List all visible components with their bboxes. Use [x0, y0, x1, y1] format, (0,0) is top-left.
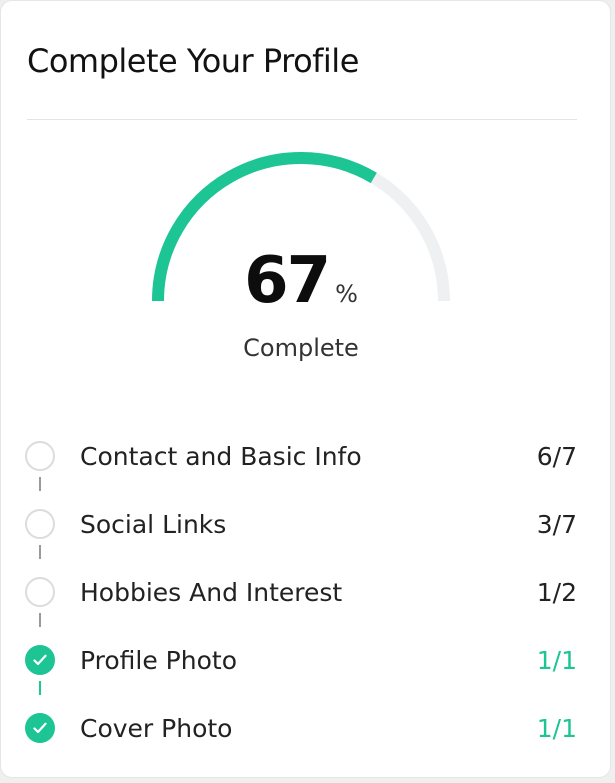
- step-connector: [39, 613, 41, 627]
- step-label: Contact and Basic Info: [80, 442, 362, 471]
- empty-circle-icon: [25, 577, 55, 607]
- progress-value: 67%: [1, 247, 601, 331]
- check-icon: [33, 722, 47, 734]
- step-hobbies-interest[interactable]: Hobbies And Interest 1/2: [25, 577, 577, 611]
- step-cover-photo[interactable]: Cover Photo 1/1: [25, 713, 577, 747]
- step-count: 1/1: [536, 646, 577, 675]
- step-label: Profile Photo: [80, 646, 237, 675]
- step-label: Hobbies And Interest: [80, 578, 343, 607]
- step-count: 3/7: [536, 510, 577, 539]
- step-label: Cover Photo: [80, 714, 233, 743]
- step-profile-photo[interactable]: Profile Photo 1/1: [25, 645, 577, 679]
- progress-unit: %: [335, 280, 358, 308]
- step-connector: [39, 681, 41, 695]
- step-count: 6/7: [536, 442, 577, 471]
- title-divider: [27, 119, 577, 120]
- step-label: Social Links: [80, 510, 227, 539]
- step-count: 1/2: [536, 578, 577, 607]
- step-contact-basic-info[interactable]: Contact and Basic Info 6/7: [25, 441, 577, 475]
- step-connector: [39, 477, 41, 491]
- step-social-links[interactable]: Social Links 3/7: [25, 509, 577, 543]
- progress-percent: 67: [244, 244, 331, 318]
- profile-completion-card: Complete Your Profile 67% Complete Conta…: [0, 0, 611, 778]
- check-circle-icon: [25, 713, 55, 743]
- check-icon: [33, 654, 47, 666]
- step-count: 1/1: [536, 714, 577, 743]
- empty-circle-icon: [25, 509, 55, 539]
- progress-caption: Complete: [243, 334, 359, 362]
- empty-circle-icon: [25, 441, 55, 471]
- check-circle-icon: [25, 645, 55, 675]
- card-title: Complete Your Profile: [27, 42, 359, 80]
- step-connector: [39, 545, 41, 559]
